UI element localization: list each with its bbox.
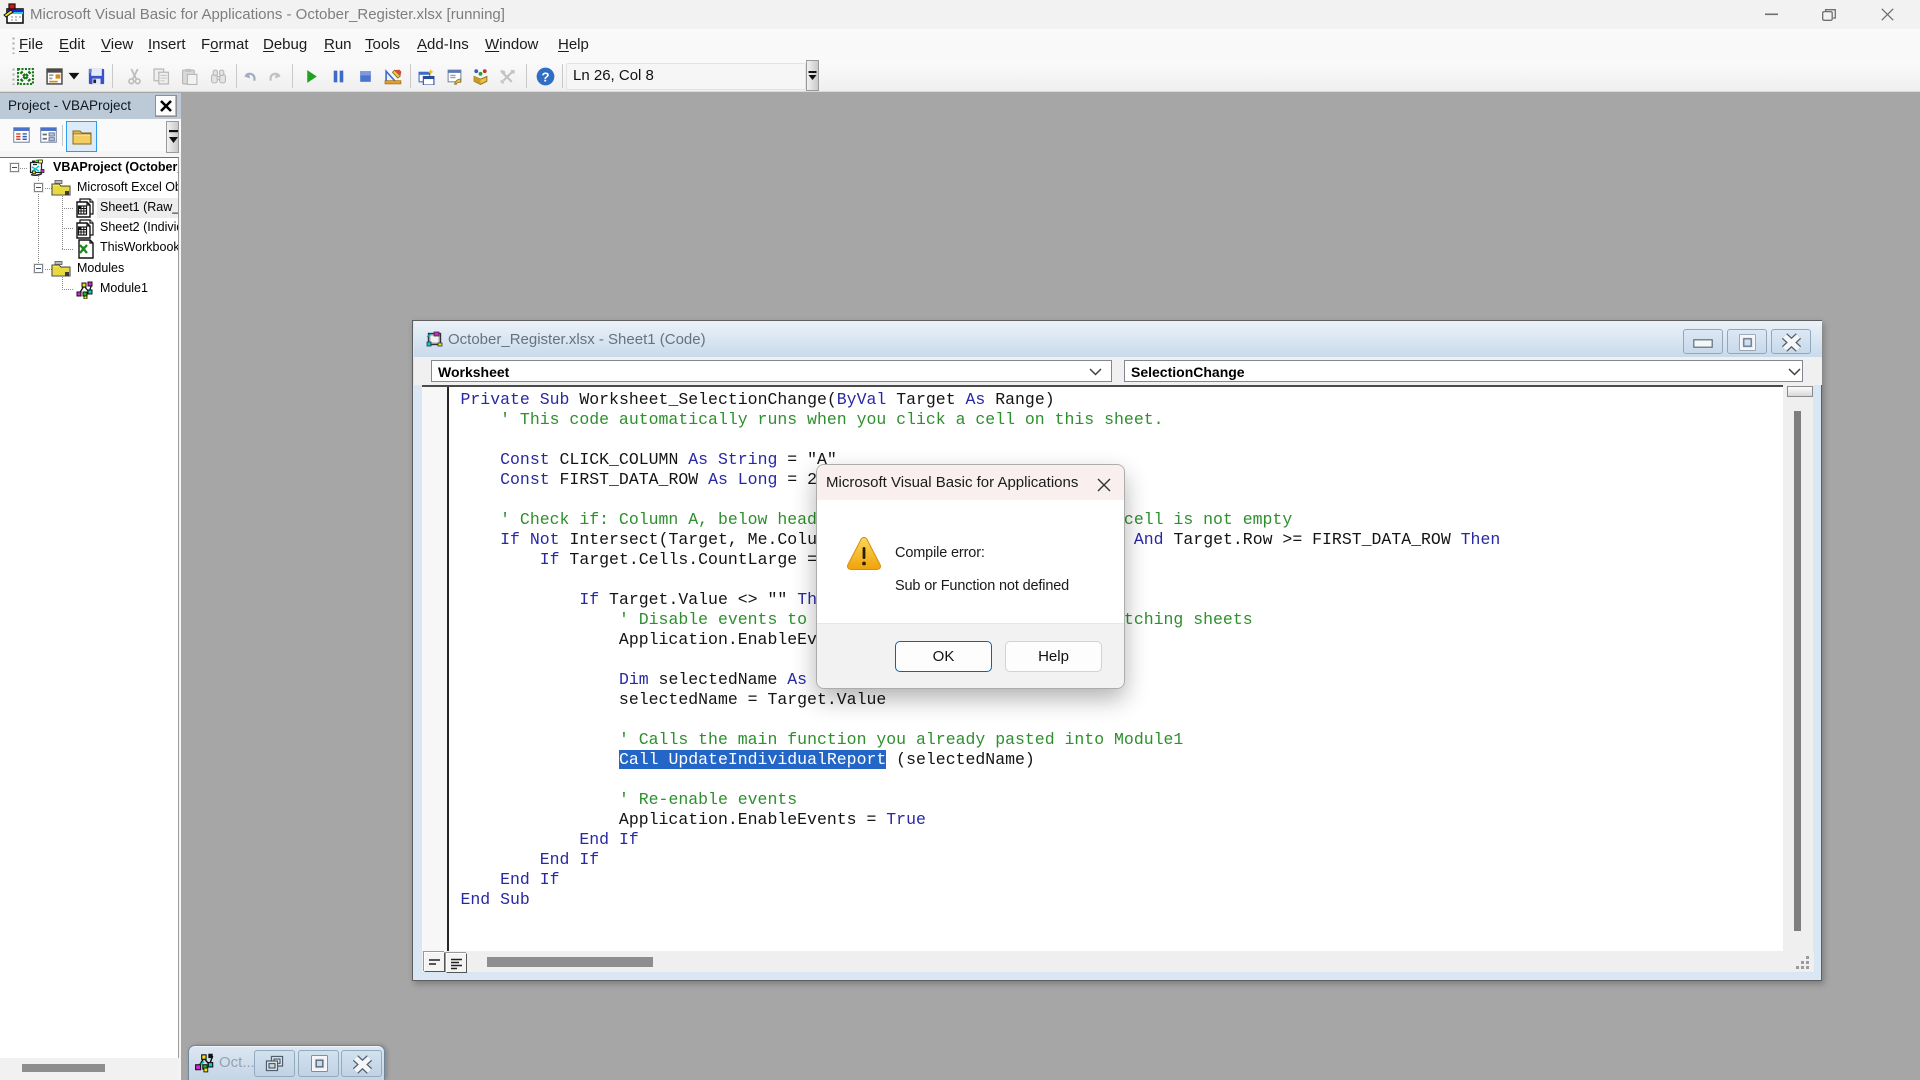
svg-text:?: ? [541,69,549,84]
